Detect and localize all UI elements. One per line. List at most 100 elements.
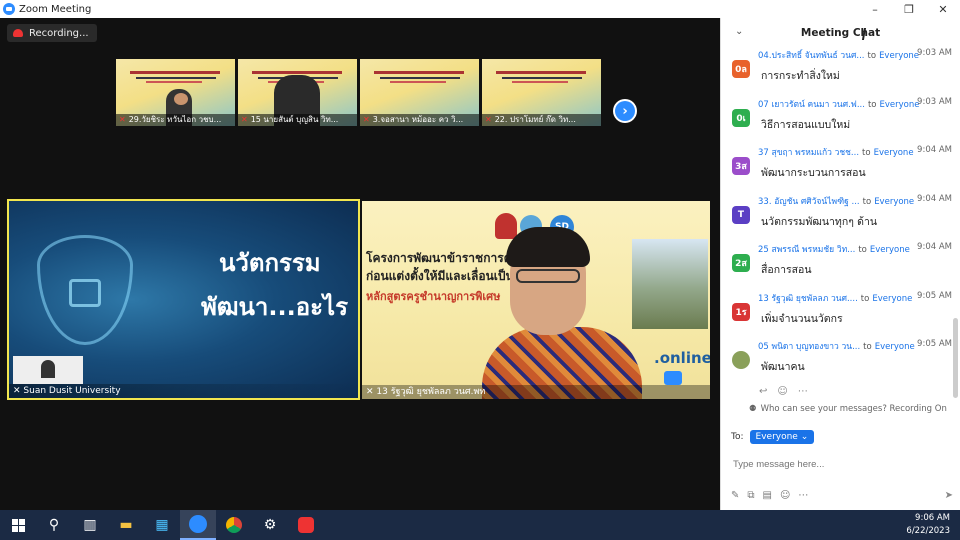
sender-name[interactable]: 05 พนิดา บุญทองขาว วน... [758, 342, 860, 352]
chat-scrollbar[interactable] [953, 318, 958, 398]
folder-icon[interactable]: ▬ [108, 510, 144, 540]
recipient-row: To: Everyone ⌄ [731, 430, 815, 444]
muted-mic-icon: ✕ [363, 115, 370, 124]
message-time: 9:05 AM [917, 339, 952, 349]
close-button[interactable]: ✕ [926, 0, 960, 18]
message-meta: 04.ประสิทธิ์ จันทพันธ์ วนศ... to Everyone 9… [758, 48, 953, 62]
participant-strip: ✕ 29.วัยชิระ ทวันไอก วชบ... ✕ 15 นายสันต์ … [116, 59, 601, 126]
muted-mic-icon: ✕ [366, 387, 377, 397]
to-word: to [860, 293, 870, 304]
sender-name[interactable]: 07 เยาวรัตน์ คนมา วนศ.ฟ... [758, 100, 865, 110]
message-text: พัฒนากระบวนการสอน [761, 167, 866, 179]
speaker-tile[interactable]: SD โครงการพัฒนาข้าราชการครู การศึกษา ก่อ… [362, 201, 710, 399]
clock-time: 9:06 AM [915, 513, 950, 523]
restore-button[interactable]: ❐ [892, 0, 926, 18]
message-input[interactable] [733, 454, 949, 474]
participant-thumbnail[interactable]: ✕ 29.วัยชิระ ทวันไอก วชบ... [116, 59, 235, 126]
chat-panel: ⌄ Meeting Chat 0ล 04.ประสิทธิ์ จันทพันธ์ … [720, 18, 960, 510]
avatar: T [732, 205, 750, 224]
chat-message[interactable]: 0เ 07 เยาวรัตน์ คนมา วนศ.ฟ... to Everyone 9:… [721, 97, 953, 146]
sender-name[interactable]: 04.ประสิทธิ์ จันทพันธ์ วนศ... [758, 51, 865, 61]
more-icon[interactable]: ⋯ [798, 386, 808, 397]
participant-name: 22. ปราโมทย์ ก๊ด วิท... [494, 115, 576, 124]
start-button[interactable] [0, 510, 36, 540]
zoom-taskbar-icon[interactable] [180, 510, 216, 540]
sender-name[interactable]: 33. อัญชัน ศศิวัจน์ไพฑิฐ ... [758, 197, 860, 207]
participant-name: 15 นายสันต์ บุญสิน วิท... [250, 115, 339, 124]
file-icon[interactable]: ▤ [763, 490, 772, 501]
sender-name[interactable]: 37 สุขฤา พรหมแก้ว วชช... [758, 148, 859, 158]
chat-header: ⌄ Meeting Chat [721, 18, 960, 48]
reply-icon[interactable]: ↩ [759, 386, 767, 397]
clock-date: 6/22/2023 [906, 526, 950, 536]
message-meta: 25 สพรรณี พรหมชัย วิท... to Everyone 9:04 A… [758, 242, 953, 256]
shared-screen-tile[interactable]: นวัตกรรม พัฒนา...อะไร ✕ Suan Dusit Unive… [7, 199, 360, 400]
chat-message[interactable]: 0ล 04.ประสิทธิ์ จันทพันธ์ วนศ... to Everyon… [721, 48, 953, 97]
chat-message[interactable]: 2ส 25 สพรรณี พรหมชัย วิท... to Everyone 9:04… [721, 242, 953, 291]
chrome-icon[interactable] [216, 510, 252, 540]
app-icon[interactable] [288, 510, 324, 540]
to-word: to [862, 196, 872, 207]
lock-icon [69, 279, 101, 307]
minimize-button[interactable]: – [858, 0, 892, 18]
muted-mic-icon: ✕ [13, 386, 24, 396]
recipient-name: Everyone [873, 148, 914, 158]
banner-subheading: ก่อนแต่งตั้งให้มีและเลื่อนเป็น [366, 269, 514, 283]
send-icon[interactable]: ➤ [945, 490, 953, 501]
window-title: Zoom Meeting [19, 3, 92, 15]
to-word: to [867, 99, 877, 110]
next-page-button[interactable]: › [613, 99, 637, 123]
task-view-icon[interactable]: ▥ [72, 510, 108, 540]
participant-name: 13 รัฐวุฒิ ยุชพัลลภ วนศ.พท [376, 387, 486, 397]
participant-name: Suan Dusit University [23, 386, 121, 396]
chat-message[interactable]: T 33. อัญชัน ศศิวัจน์ไพฑิฐ ... to Everyone 9… [721, 194, 953, 243]
building-photo [632, 239, 708, 329]
participant-thumbnail[interactable]: ✕ 3.จอสานา หม้ออะ คว วิ... [360, 59, 479, 126]
recipient-dropdown[interactable]: Everyone ⌄ [749, 430, 815, 444]
message-meta: 05 พนิดา บุญทองขาว วน... to Everyone 9:05 A… [758, 339, 953, 353]
chat-message[interactable]: 05 พนิดา บุญทองขาว วน... to Everyone 9:05 A… [721, 339, 953, 388]
recording-indicator[interactable]: Recording... [7, 24, 97, 42]
more-icon[interactable]: ⋯ [798, 490, 808, 501]
camera-icon [664, 371, 682, 385]
settings-icon[interactable]: ⚙ [252, 510, 288, 540]
emoji-icon[interactable]: ☺ [780, 490, 790, 501]
chat-message[interactable]: 1ร 13 รัฐวุฒิ ยุชพัลลภ วนศ.... to Everyone 9… [721, 291, 953, 340]
system-clock[interactable]: 9:06 AM 6/22/2023 [906, 512, 950, 538]
presenter-pip [13, 356, 83, 384]
store-icon[interactable]: ▦ [144, 510, 180, 540]
sender-name[interactable]: 13 รัฐวุฒิ ยุชพัลลภ วนศ.... [758, 294, 858, 304]
participant-thumbnail[interactable]: ✕ 22. ปราโมทย์ ก๊ด วิท... [482, 59, 601, 126]
chevron-right-icon: › [615, 101, 635, 121]
format-icon[interactable]: ✎ [731, 490, 739, 501]
title-bar: Zoom Meeting – ❐ ✕ [0, 0, 960, 18]
message-meta: 37 สุขฤา พรหมแก้ว วชช... to Everyone 9:04 A… [758, 145, 953, 159]
message-meta: 33. อัญชัน ศศิวัจน์ไพฑิฐ ... to Everyone 9:… [758, 194, 953, 208]
windows-icon [11, 518, 25, 532]
message-text: พัฒนาคน [761, 361, 805, 373]
chat-message[interactable]: 3ส 37 สุขฤา พรหมแก้ว วชช... to Everyone 9:04… [721, 145, 953, 194]
banner-online-text: .online [654, 349, 710, 367]
to-label: To: [731, 432, 744, 442]
participant-name: 3.จอสานา หม้ออะ คว วิ... [372, 115, 464, 124]
recipient-name: Everyone [869, 245, 910, 255]
recording-notice[interactable]: ⚉ Who can see your messages? Recording O… [749, 404, 947, 414]
message-time: 9:04 AM [917, 242, 952, 252]
search-icon[interactable]: ⚲ [36, 510, 72, 540]
message-meta: 07 เยาวรัตน์ คนมา วนศ.ฟ... to Everyone 9:03… [758, 97, 953, 111]
emoji-icon[interactable]: ☺ [777, 386, 787, 397]
screenshot-icon[interactable]: ⧉ [747, 490, 754, 501]
participant-thumbnail[interactable]: ✕ 15 นายสันต์ บุญสิน วิท... [238, 59, 357, 126]
sender-name[interactable]: 25 สพรรณี พรหมชัย วิท... [758, 245, 855, 255]
recipient-name: Everyone [872, 293, 913, 304]
chat-messages: 0ล 04.ประสิทธิ์ จันทพันธ์ วนศ... to Everyon… [721, 48, 953, 388]
chevron-down-icon[interactable]: ⌄ [735, 26, 743, 37]
person-icon: ⚉ [749, 404, 757, 414]
message-text: การกระทำสิ่งใหม่ [761, 70, 840, 82]
message-time: 9:04 AM [917, 193, 952, 204]
zoom-logo-icon [3, 3, 15, 15]
avatar [732, 351, 750, 369]
message-time: 9:04 AM [917, 145, 952, 155]
recording-label: Recording... [29, 27, 89, 39]
recipient-name: Everyone [874, 342, 915, 352]
